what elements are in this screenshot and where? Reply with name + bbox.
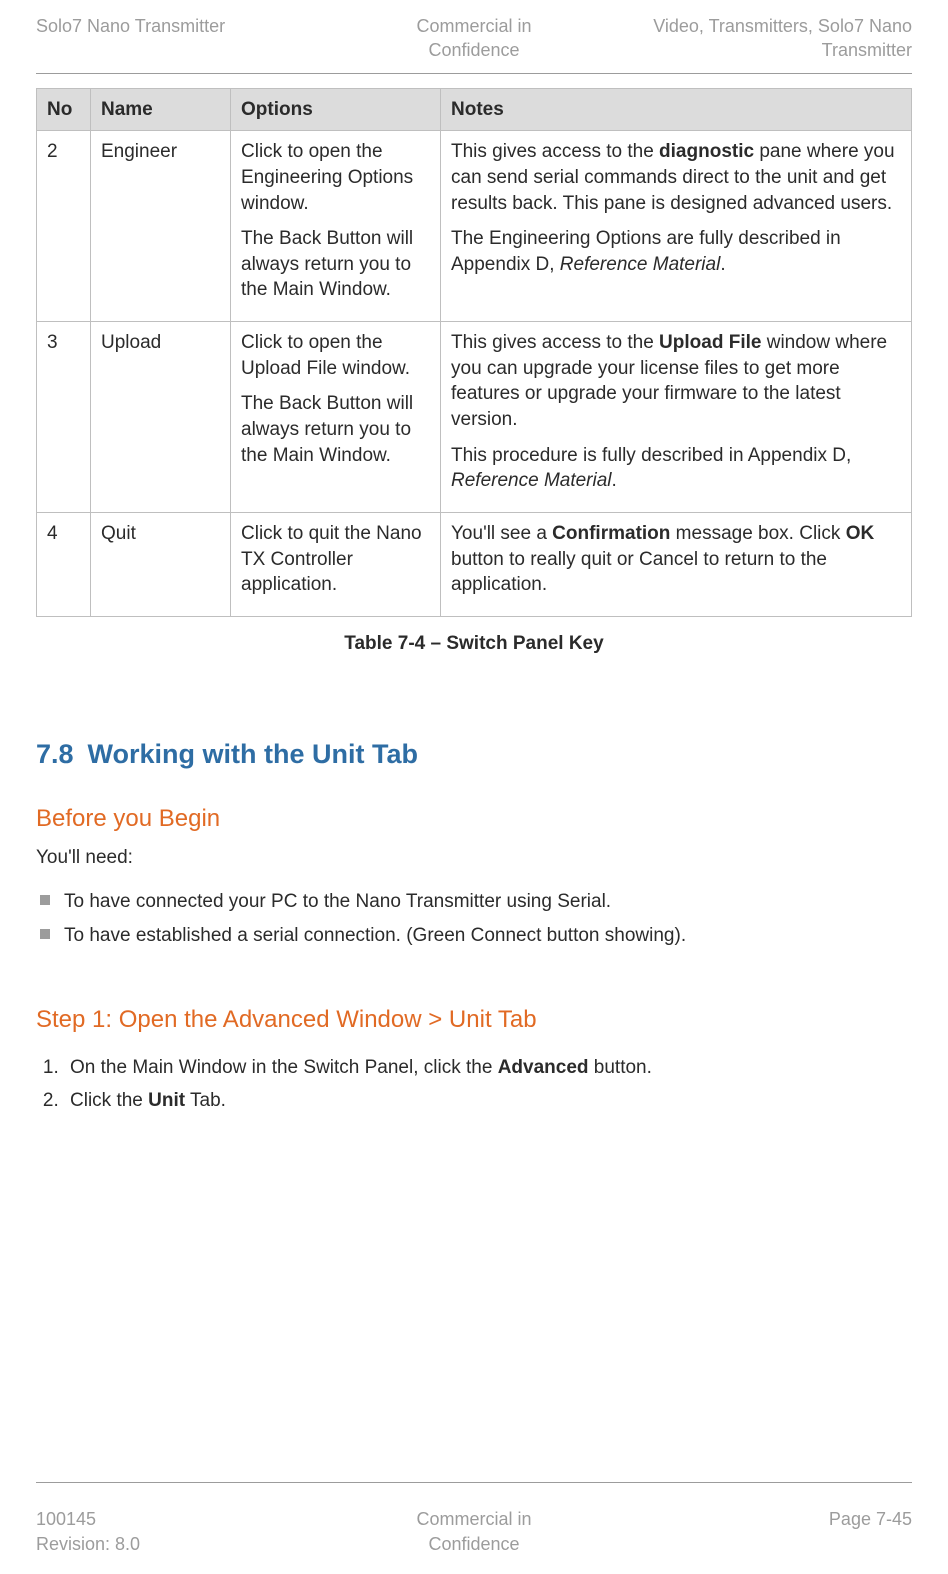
cell-options: Click to quit the Nano TX Controller app… [231,512,441,616]
notes-p1: This gives access to the diagnostic pane… [451,139,901,216]
page-header: Solo7 Nano Transmitter Commercial in Con… [36,14,912,73]
header-right: Video, Transmitters, Solo7 Nano Transmit… [620,14,912,63]
col-options: Options [231,88,441,131]
options-p1: Click to open the Upload File window. [241,330,430,381]
before-list: To have connected your PC to the Nano Tr… [36,881,912,956]
footer-center-line1: Commercial in [416,1509,531,1529]
header-rule [36,73,912,74]
table-caption: Table 7-4 – Switch Panel Key [36,631,912,657]
page-spacer [36,1122,912,1483]
notes-bold: diagnostic [659,141,754,162]
notes-text: . [612,470,617,491]
notes-bold: Upload File [659,332,761,353]
table-header-row: No Name Options Notes [37,88,912,131]
cell-name: Quit [91,512,231,616]
header-center-line2: Confidence [428,40,519,60]
table-row: 4 Quit Click to quit the Nano TX Control… [37,512,912,616]
footer-left: 100145 Revision: 8.0 [36,1507,328,1556]
notes-italic: Reference Material [560,254,721,275]
options-p2: The Back Button will always return you t… [241,226,430,303]
notes-text: This gives access to the [451,332,659,353]
step-text: On the Main Window in the Switch Panel, … [70,1057,498,1078]
options-p2: The Back Button will always return you t… [241,391,430,468]
step-text: Tab. [185,1090,226,1111]
col-notes: Notes [441,88,912,131]
before-heading: Before you Begin [36,803,912,835]
step-bold: Advanced [498,1057,589,1078]
header-right-line1: Video, Transmitters, Solo7 Nano [653,16,912,36]
cell-options: Click to open the Engineering Options wi… [231,131,441,322]
notes-text: button to really quit or Cancel to retur… [451,549,827,596]
table-row: 3 Upload Click to open the Upload File w… [37,322,912,513]
notes-p1: This gives access to the Upload File win… [451,330,901,433]
notes-text: . [720,254,725,275]
footer-right: Page 7-45 [620,1507,912,1556]
section-number: 7.8 [36,739,74,769]
header-center: Commercial in Confidence [328,14,620,63]
cell-notes: This gives access to the Upload File win… [441,322,912,513]
page-footer: 100145 Revision: 8.0 Commercial in Confi… [36,1497,912,1556]
cell-notes: This gives access to the diagnostic pane… [441,131,912,322]
cell-notes: You'll see a Confirmation message box. C… [441,512,912,616]
notes-bold: Confirmation [552,523,670,544]
notes-text: This procedure is fully described in App… [451,445,851,466]
cell-no: 3 [37,322,91,513]
list-item: To have established a serial connection.… [36,923,912,949]
step1-list: On the Main Window in the Switch Panel, … [36,1047,912,1122]
header-left: Solo7 Nano Transmitter [36,14,328,63]
list-item: To have connected your PC to the Nano Tr… [36,889,912,915]
section-heading: 7.8 Working with the Unit Tab [36,736,912,772]
table-row: 2 Engineer Click to open the Engineering… [37,131,912,322]
col-no: No [37,88,91,131]
header-right-line2: Transmitter [822,40,912,60]
cell-options: Click to open the Upload File window. Th… [231,322,441,513]
footer-rule [36,1482,912,1483]
notes-text: This gives access to the [451,141,659,162]
notes-p1: You'll see a Confirmation message box. C… [451,521,901,598]
options-p1: Click to quit the Nano TX Controller app… [241,521,430,598]
footer-center-line2: Confidence [428,1534,519,1554]
notes-italic: Reference Material [451,470,612,491]
notes-p2: This procedure is fully described in App… [451,443,901,494]
header-center-line1: Commercial in [416,16,531,36]
cell-name: Engineer [91,131,231,322]
step-bold: Unit [148,1090,185,1111]
list-item: Click the Unit Tab. [64,1088,912,1114]
notes-p2: The Engineering Options are fully descri… [451,226,901,277]
options-p1: Click to open the Engineering Options wi… [241,139,430,216]
step1-heading: Step 1: Open the Advanced Window > Unit … [36,1004,912,1036]
notes-text: You'll see a [451,523,552,544]
cell-no: 2 [37,131,91,322]
footer-center: Commercial in Confidence [328,1507,620,1556]
document-page: Solo7 Nano Transmitter Commercial in Con… [0,0,948,1574]
step-text: button. [589,1057,652,1078]
before-intro: You'll need: [36,845,912,871]
section-title: Working with the Unit Tab [88,739,418,769]
footer-page-number: Page 7-45 [829,1509,912,1529]
footer-revision: Revision: 8.0 [36,1534,140,1554]
col-name: Name [91,88,231,131]
cell-no: 4 [37,512,91,616]
notes-bold: OK [846,523,875,544]
footer-doc-id: 100145 [36,1509,96,1529]
notes-text: message box. Click [670,523,845,544]
list-item: On the Main Window in the Switch Panel, … [64,1055,912,1081]
step-text: Click the [70,1090,148,1111]
switch-panel-key-table: No Name Options Notes 2 Engineer Click t… [36,88,912,617]
cell-name: Upload [91,322,231,513]
